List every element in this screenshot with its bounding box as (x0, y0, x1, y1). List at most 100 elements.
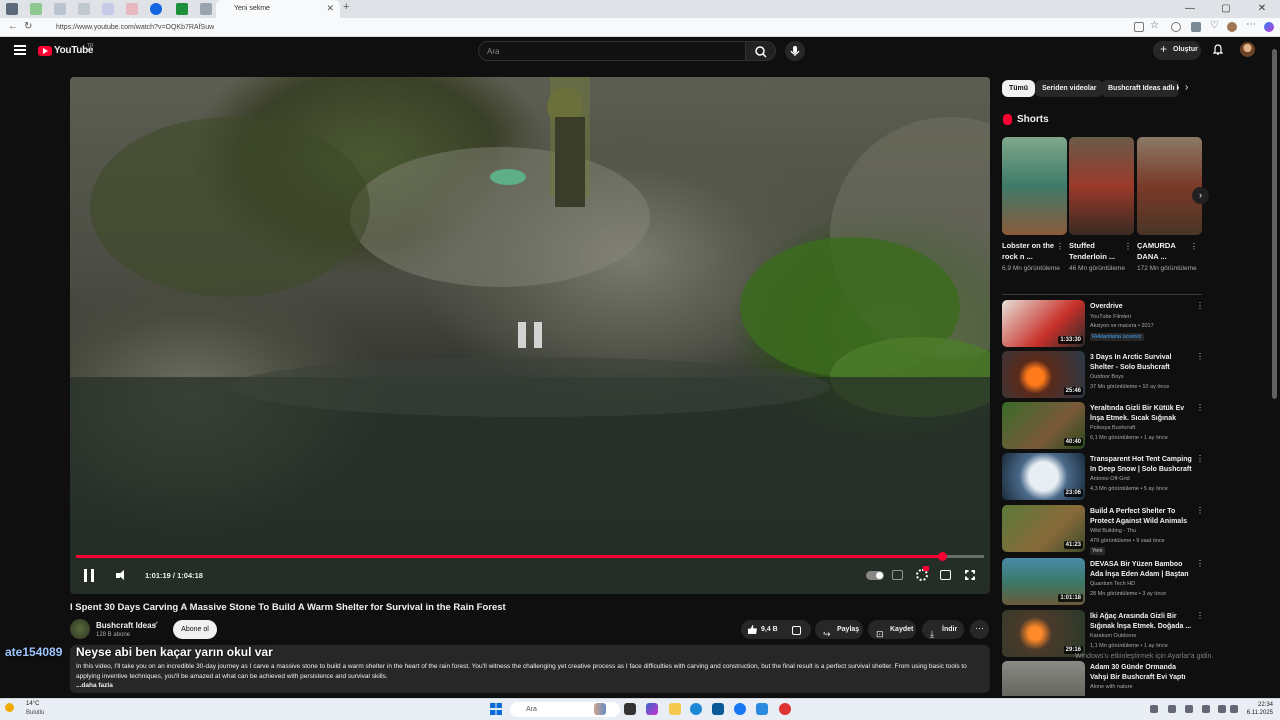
recommendation-channel[interactable]: YouTube Filmleri (1090, 314, 1131, 320)
subtitles-icon[interactable] (892, 570, 903, 580)
more-vert-icon[interactable]: ⋮ (1196, 352, 1204, 361)
network-icon[interactable] (1168, 705, 1176, 713)
menu-icon[interactable] (14, 45, 26, 55)
bell-icon[interactable] (1213, 44, 1223, 55)
weather-temp[interactable]: 14°C (26, 701, 39, 707)
recommendation-title[interactable]: İki Ağaç Arasında Gizli Bir Sığınak İnşa… (1090, 612, 1194, 632)
tab-icon[interactable] (78, 3, 90, 15)
recommendation-item[interactable]: 29:16 İki Ağaç Arasında Gizli Bir Sığına… (1002, 610, 1204, 658)
progress-bar[interactable] (76, 552, 984, 561)
battery-icon[interactable] (1230, 705, 1238, 713)
dislike-icon[interactable] (792, 626, 801, 635)
star-icon[interactable]: ☆ (1150, 20, 1160, 31)
file-explorer-icon[interactable] (669, 703, 681, 715)
subscribe-button[interactable]: Abone ol (173, 620, 217, 639)
recommendation-item[interactable]: 25:46 3 Days In Arctic Survival Shelter … (1002, 351, 1204, 399)
close-icon[interactable]: ✕ (326, 3, 334, 14)
recommendation-channel[interactable]: Karakum Outdoors (1090, 633, 1136, 639)
tray-chevron-icon[interactable] (1150, 705, 1158, 713)
maximize-button[interactable]: ▢ (1208, 0, 1244, 18)
recommendation-channel[interactable]: Polissya Bushcraft (1090, 425, 1135, 431)
more-vert-icon[interactable]: ⋮ (1196, 559, 1204, 568)
task-view-icon[interactable] (624, 703, 636, 715)
short-title[interactable]: ÇAMURDA DANA ... (1137, 240, 1192, 262)
recommendation-title[interactable]: Build A Perfect Shelter To Protect Again… (1090, 507, 1194, 527)
scrollbar-thumb[interactable] (1272, 49, 1277, 399)
recommendation-item[interactable]: 40:40 Yeraltında Gizli Bir Kütük Ev İnşa… (1002, 402, 1204, 450)
recommendation-title[interactable]: Overdrive (1090, 302, 1194, 312)
recommendation-item[interactable]: 41:23 Build A Perfect Shelter To Protect… (1002, 505, 1204, 555)
tab-icon[interactable] (6, 3, 18, 15)
download-button[interactable]: ⤓ İndir (922, 620, 964, 639)
copilot-icon[interactable] (1264, 22, 1274, 32)
new-tab-button[interactable]: + (343, 1, 349, 13)
voice-search-button[interactable] (785, 41, 805, 61)
create-button[interactable]: Oluştur (1153, 41, 1201, 60)
center-pause-icon[interactable] (518, 322, 542, 348)
recommendation-title[interactable]: Adam 30 Günde Ormanda Vahşi Bir Bushcraf… (1090, 663, 1194, 683)
scrollbar[interactable] (1270, 37, 1280, 700)
widgets-icon[interactable] (594, 703, 606, 715)
edge-icon[interactable] (690, 703, 702, 715)
facebook-icon[interactable] (734, 703, 746, 715)
recommendation-channel[interactable]: Quantum Tech HD (1090, 581, 1135, 587)
recommendation-title[interactable]: Yeraltında Gizli Bir Kütük Ev İnşa Etmek… (1090, 404, 1194, 424)
youtube-logo-icon[interactable] (38, 46, 52, 56)
wifi-icon[interactable] (1202, 705, 1210, 713)
tab-icon[interactable] (126, 3, 138, 15)
miniplayer-icon[interactable] (940, 570, 951, 580)
short-thumbnail[interactable] (1002, 137, 1067, 235)
onedrive-icon[interactable] (1185, 705, 1193, 713)
show-more-link[interactable]: ...daha fazla (76, 682, 113, 689)
more-vert-icon[interactable]: ⋮ (1196, 506, 1204, 515)
volume-icon[interactable] (1218, 705, 1226, 713)
more-vert-icon[interactable]: ⋮ (1056, 242, 1064, 251)
extension-icon[interactable] (1191, 22, 1201, 32)
app-icon[interactable] (756, 703, 768, 715)
tab-active[interactable]: Yeni sekme ✕ (216, 0, 340, 18)
save-button[interactable]: ⊡ Kaydet (868, 620, 916, 639)
recommendation-channel[interactable]: Outdoor Boys (1090, 374, 1124, 380)
tab-icon[interactable] (54, 3, 66, 15)
clock[interactable]: 22:34 6.11.2025 (1243, 701, 1273, 717)
more-vert-icon[interactable]: ⋮ (1196, 611, 1204, 620)
more-actions-button[interactable]: ⋯ (970, 620, 989, 639)
refresh-icon[interactable]: ↻ (24, 21, 32, 32)
search-button[interactable] (746, 41, 776, 61)
chrome-icon[interactable] (779, 703, 791, 715)
recommendation-title[interactable]: DEVASA Bir Yüzen Bamboo Ada İnşa Eden Ad… (1090, 560, 1194, 580)
chevron-right-icon[interactable]: › (1185, 82, 1188, 93)
recommendation-channel[interactable]: Antonio Off-Grid (1090, 476, 1130, 482)
reader-icon[interactable] (1134, 22, 1144, 32)
chip-all[interactable]: Tümü (1002, 80, 1036, 97)
tab-icon[interactable] (102, 3, 114, 15)
pause-button[interactable] (84, 569, 94, 582)
recommendation-title[interactable]: 3 Days In Arctic Survival Shelter - Solo… (1090, 353, 1194, 373)
recommendation-item[interactable]: Adam 30 Günde Ormanda Vahşi Bir Bushcraf… (1002, 661, 1202, 696)
recommendation-item[interactable]: 1:01:18 DEVASA Bir Yüzen Bamboo Ada İnşa… (1002, 558, 1204, 606)
video-player[interactable]: 1:01:19 / 1:04:18 (70, 77, 990, 594)
more-vert-icon[interactable]: ⋮ (1124, 242, 1132, 251)
recommendation-item[interactable]: 1:33:30 Overdrive YouTube Filmleri Aksiy… (1002, 300, 1204, 348)
video-thumbnail[interactable]: 1:33:30 (1002, 300, 1085, 347)
more-vert-icon[interactable]: ⋮ (1196, 301, 1204, 310)
extension-icon[interactable] (1171, 22, 1181, 32)
video-thumbnail[interactable]: 25:46 (1002, 351, 1085, 398)
video-thumbnail[interactable]: 41:23 (1002, 505, 1085, 552)
tab-icon[interactable] (176, 3, 188, 15)
store-icon[interactable] (712, 703, 724, 715)
weather-desc[interactable]: Bulutlu (26, 710, 44, 716)
video-thumbnail[interactable]: 29:16 (1002, 610, 1085, 657)
autoplay-toggle[interactable] (866, 571, 884, 580)
video-thumbnail[interactable]: 40:40 (1002, 402, 1085, 449)
video-thumbnail[interactable]: 1:01:18 (1002, 558, 1085, 605)
short-title[interactable]: Lobster on the rock n ... (1002, 240, 1057, 262)
tab-icon[interactable] (150, 3, 162, 15)
recommendation-channel[interactable]: Wild Building - Thu (1090, 528, 1136, 534)
share-button[interactable]: ↪ Paylaş (815, 620, 863, 639)
profile-icon[interactable] (1227, 22, 1237, 32)
chip-channel[interactable]: Bushcraft Ideas adlı kanalın videoları (1101, 80, 1179, 97)
channel-avatar[interactable] (70, 619, 90, 639)
favorites-icon[interactable]: ♡ (1210, 20, 1220, 31)
search-input[interactable]: Ara (478, 41, 746, 61)
